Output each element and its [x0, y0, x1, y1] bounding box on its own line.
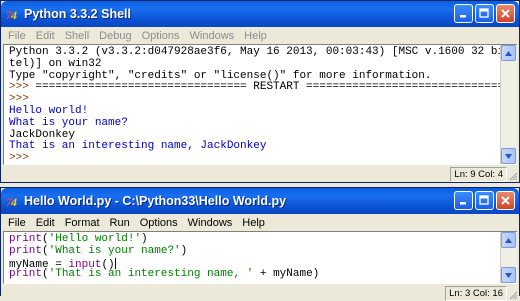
maximize-icon: [479, 8, 489, 18]
menu-options[interactable]: Options: [137, 30, 185, 42]
shell-title: Python 3.3.2 Shell: [24, 7, 131, 21]
editor-title-bar[interactable]: 74 Hello World.py - C:\Python33\Hello Wo…: [1, 188, 519, 214]
shell-output[interactable]: Python 3.3.2 (v3.3.2:d047928ae3f6, May 1…: [4, 45, 517, 165]
shell-line: >>>: [9, 152, 517, 165]
code-token: That is an interesting name, JackDonkey: [9, 140, 267, 153]
maximize-button[interactable]: [475, 4, 494, 23]
svg-text:4: 4: [10, 8, 17, 21]
editor-status-bar: Ln: 3 Col: 16: [1, 284, 519, 301]
shell-line: That is an interesting name, JackDonkey: [9, 140, 517, 153]
code-token: What is your name?: [9, 116, 128, 129]
close-icon: [501, 196, 510, 205]
maximize-icon: [479, 195, 489, 205]
editor-window: 74 Hello World.py - C:\Python33\Hello Wo…: [0, 187, 520, 301]
code-token: + myName): [253, 268, 320, 281]
shell-line: >>> ================================ RES…: [9, 81, 517, 94]
shell-cursor-position: Ln: 9 Col: 4: [450, 167, 507, 182]
code-token: (: [42, 268, 49, 281]
editor-cursor-position: Ln: 3 Col: 16: [445, 286, 507, 301]
arrow-up-icon: [505, 237, 512, 243]
close-icon: [501, 9, 510, 18]
arrow-up-icon: [505, 50, 512, 56]
code-token: ): [180, 244, 188, 257]
code-token: ): [141, 233, 148, 245]
minimize-button[interactable]: [454, 191, 473, 210]
menu-run[interactable]: Run: [105, 217, 135, 229]
arrow-down-icon: [505, 153, 512, 159]
maximize-button[interactable]: [475, 191, 494, 210]
code-token: print: [9, 233, 43, 245]
code-token: (: [42, 244, 49, 257]
shell-menu-bar: File Edit Shell Debug Options Windows Help: [1, 27, 519, 44]
code-token: Python 3.3.2 (v3.3.2:d047928ae3f6, May 1…: [9, 46, 517, 58]
menu-help[interactable]: Help: [237, 217, 270, 229]
shell-scrollbar[interactable]: [500, 45, 517, 164]
editor-title: Hello World.py - C:\Python33\Hello World…: [24, 194, 287, 208]
close-button[interactable]: [496, 191, 515, 210]
code-token: print: [9, 244, 43, 257]
menu-file[interactable]: File: [3, 30, 31, 42]
code-line: print('What is your name?'): [9, 244, 517, 258]
menu-debug[interactable]: Debug: [94, 30, 136, 42]
editor-code[interactable]: print('Hello world!') print('What is your…: [4, 232, 517, 281]
code-token: 'Hello world!': [48, 233, 142, 245]
shell-text-area[interactable]: Python 3.3.2 (v3.3.2:d047928ae3f6, May 1…: [3, 44, 517, 165]
code-token: Type "copyright", "credits" or "license(…: [9, 69, 432, 82]
minimize-icon: [460, 15, 466, 18]
editor-text-area[interactable]: print('Hello world!') print('What is your…: [3, 231, 517, 284]
code-token: (: [42, 233, 49, 245]
scroll-down-button[interactable]: [501, 267, 516, 283]
resize-grip-icon[interactable]: [508, 290, 518, 300]
code-token: 'What is your name?': [48, 244, 181, 257]
code-token: 'That is an interesting name, ': [48, 268, 254, 281]
close-button[interactable]: [496, 4, 515, 23]
minimize-icon: [460, 202, 466, 205]
code-line: print('That is an interesting name, ' + …: [9, 268, 517, 281]
minimize-button[interactable]: [454, 4, 473, 23]
python-icon: 74: [6, 7, 20, 21]
shell-status-bar: Ln: 9 Col: 4: [1, 165, 519, 182]
text-cursor: [114, 257, 116, 269]
menu-edit[interactable]: Edit: [31, 217, 60, 229]
scroll-up-button[interactable]: [501, 232, 516, 248]
menu-file[interactable]: File: [3, 217, 31, 229]
code-token: tel)] on win32: [9, 57, 102, 70]
code-token: >>>: [9, 152, 36, 165]
menu-format[interactable]: Format: [60, 217, 105, 229]
code-token: >>>: [9, 81, 36, 94]
svg-text:4: 4: [10, 195, 17, 208]
code-token: Hello world!: [9, 104, 89, 117]
menu-shell[interactable]: Shell: [60, 30, 94, 42]
scroll-up-button[interactable]: [501, 45, 516, 61]
menu-edit[interactable]: Edit: [31, 30, 60, 42]
code-token: JackDonkey: [9, 128, 76, 141]
shell-line: What is your name?: [9, 116, 517, 130]
arrow-down-icon: [505, 272, 512, 278]
shell-title-bar[interactable]: 74 Python 3.3.2 Shell: [1, 1, 519, 27]
code-token: >>>: [9, 93, 36, 106]
menu-windows[interactable]: Windows: [185, 30, 240, 42]
shell-window: 74 Python 3.3.2 Shell File Edit Shell Debug…: [0, 0, 520, 183]
python-icon: 74: [6, 194, 20, 208]
scroll-down-button[interactable]: [501, 148, 516, 164]
menu-help[interactable]: Help: [239, 30, 272, 42]
resize-grip-icon[interactable]: [508, 171, 518, 181]
menu-options[interactable]: Options: [135, 217, 183, 229]
editor-menu-bar: File Edit Format Run Options Windows Help: [1, 214, 519, 231]
code-token: print: [9, 268, 43, 281]
code-token: ================================ RESTART…: [35, 81, 517, 94]
editor-scrollbar[interactable]: [500, 232, 517, 283]
menu-windows[interactable]: Windows: [183, 217, 238, 229]
